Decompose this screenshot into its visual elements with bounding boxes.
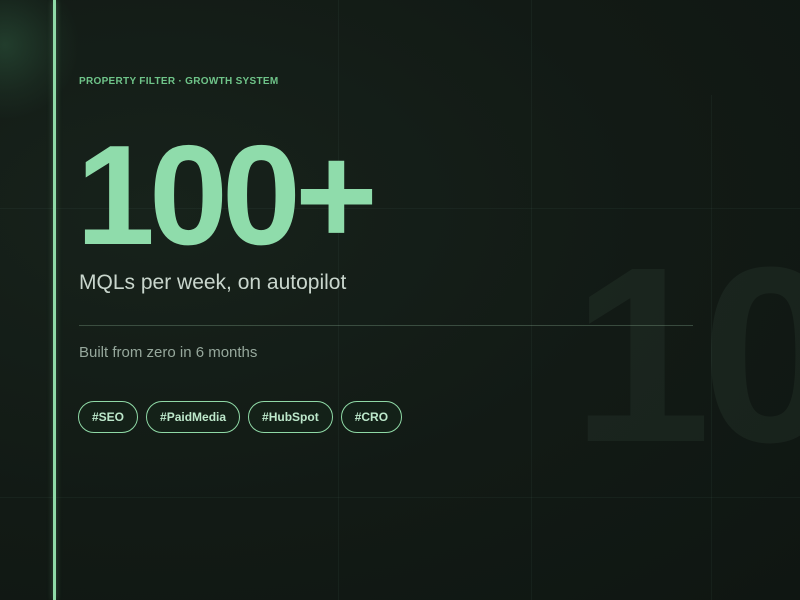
tag-hubspot[interactable]: #HubSpot xyxy=(248,401,333,433)
tag-paidmedia[interactable]: #PaidMedia xyxy=(146,401,241,433)
eyebrow-label: PROPERTY FILTER · GROWTH SYSTEM xyxy=(79,76,279,87)
hero-slide: 10 PROPERTY FILTER · GROWTH SYSTEM 100+ … xyxy=(0,0,800,600)
background-watermark-number: 10 xyxy=(572,215,800,494)
divider xyxy=(79,325,693,326)
grid-line xyxy=(338,0,339,600)
tag-list: #SEO #PaidMedia #HubSpot #CRO xyxy=(78,401,403,433)
headline-metric: 100+ xyxy=(76,116,378,275)
tag-seo[interactable]: #SEO xyxy=(78,401,139,433)
caption-text: Built from zero in 6 months xyxy=(79,344,258,361)
tag-cro[interactable]: #CRO xyxy=(340,401,403,433)
grid-line xyxy=(0,497,800,498)
corner-glow xyxy=(0,0,80,120)
subheadline: MQLs per week, on autopilot xyxy=(79,271,347,294)
grid-line xyxy=(531,0,532,600)
vertical-accent-bar xyxy=(53,0,56,600)
